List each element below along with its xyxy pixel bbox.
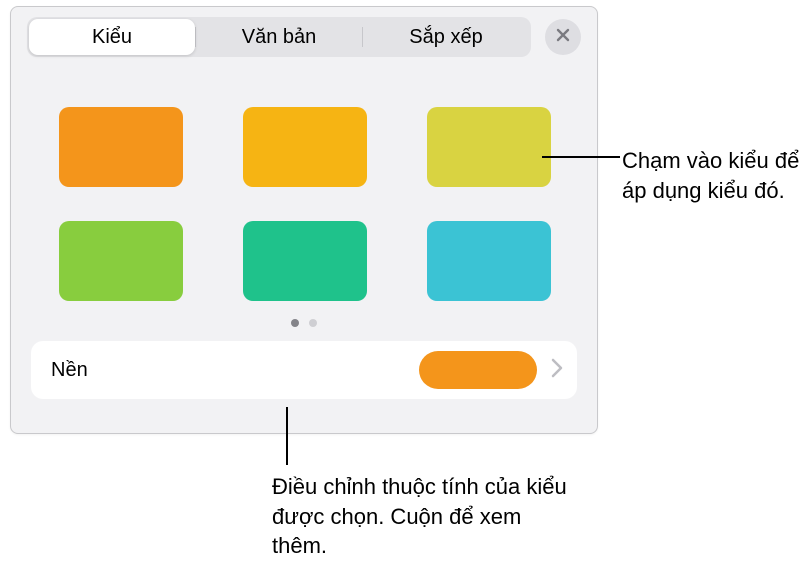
tab-segmented-control: Kiểu Văn bản Sắp xếp <box>27 17 531 57</box>
close-button[interactable] <box>545 19 581 55</box>
callout-leader <box>542 156 620 158</box>
callout-adjust: Điều chỉnh thuộc tính của kiểu được chọn… <box>272 472 572 561</box>
tab-text-label: Văn bản <box>242 26 317 49</box>
panel-topbar: Kiểu Văn bản Sắp xếp <box>11 7 597 63</box>
style-swatch-orange[interactable] <box>59 107 183 187</box>
close-icon <box>555 27 571 48</box>
style-swatch-olive[interactable] <box>427 107 551 187</box>
callout-leader <box>286 407 288 465</box>
style-swatch-grid <box>11 63 597 301</box>
page-dot-1 <box>291 319 299 327</box>
tab-arrange-label: Sắp xếp <box>409 26 482 49</box>
callout-tap-style: Chạm vào kiểu để áp dụng kiểu đó. <box>622 146 802 205</box>
format-panel: Kiểu Văn bản Sắp xếp Nền <box>10 6 598 434</box>
tab-text[interactable]: Văn bản <box>196 19 362 55</box>
style-swatch-teal[interactable] <box>243 221 367 301</box>
style-swatch-amber[interactable] <box>243 107 367 187</box>
page-dot-2 <box>309 319 317 327</box>
fill-row[interactable]: Nền <box>31 341 577 399</box>
style-swatch-cyan[interactable] <box>427 221 551 301</box>
tab-arrange[interactable]: Sắp xếp <box>363 19 529 55</box>
fill-color-preview[interactable] <box>419 351 537 389</box>
tab-style[interactable]: Kiểu <box>29 19 195 55</box>
chevron-right-icon <box>551 358 563 383</box>
page-indicator[interactable] <box>11 319 597 327</box>
fill-label: Nền <box>51 359 405 382</box>
tab-style-label: Kiểu <box>92 26 132 49</box>
style-swatch-green[interactable] <box>59 221 183 301</box>
